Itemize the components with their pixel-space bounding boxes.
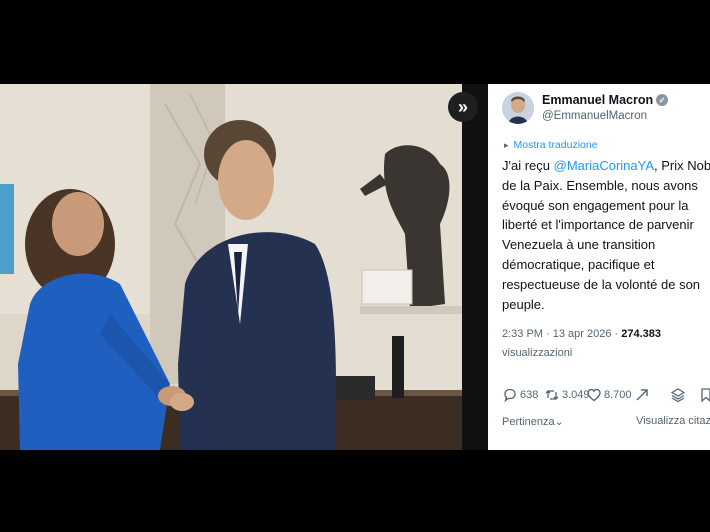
tweet-line: démocratique, pacifique et [502, 256, 655, 272]
translate-icon: ▸ [504, 139, 509, 150]
like-count: 8.700 [604, 389, 632, 401]
expand-icon[interactable]: » [448, 92, 478, 122]
avatar[interactable] [502, 92, 534, 124]
view-quotes-link[interactable]: Visualizza citazioni [636, 415, 710, 427]
author-name[interactable]: Emmanuel Macron ✓ [542, 93, 669, 107]
bookmark-icon [701, 388, 710, 403]
sort-dropdown[interactable]: Pertinenza⌄ [502, 415, 564, 428]
tweet-line: Venezuela à une transition [502, 237, 656, 253]
view-count: 274.383 [621, 328, 661, 340]
tweet-line: de la Paix. Ensemble, nous avons [502, 177, 698, 193]
timestamp[interactable]: 2:33 PM · 13 apr 2026 · 274.383 [502, 328, 661, 340]
repost-button[interactable]: 3.049 [544, 387, 590, 403]
tweet-line: J'ai reçu @MariaCorinaYA, Prix Nobel [502, 156, 710, 176]
views-label: visualizzazioni [502, 347, 573, 359]
bookmark-button[interactable] [698, 387, 710, 403]
like-icon [587, 388, 601, 402]
reply-icon [504, 388, 516, 403]
photo-illustration [0, 84, 462, 450]
tweet-panel: Emmanuel Macron ✓ @EmmanuelMacron ▸ Most… [488, 84, 710, 450]
reply-count: 638 [520, 389, 539, 401]
sort-label: Pertinenza [502, 416, 555, 428]
tweet-line: respectueuse de la volonté de son [502, 276, 701, 292]
layers-button[interactable] [670, 387, 686, 403]
chevron-down-icon: ⌄ [554, 416, 564, 428]
tweet-line: évoqué son engagement pour la [502, 197, 689, 213]
grok-button[interactable] [634, 387, 650, 403]
layers-icon [670, 388, 686, 403]
tweet-line: peuple. [502, 296, 545, 312]
tweet-line: liberté et l'importance de parvenir [502, 217, 694, 233]
show-translation-label: Mostra traduzione [513, 139, 598, 151]
author-handle[interactable]: @EmmanuelMacron [542, 110, 647, 122]
show-translation-link[interactable]: ▸ Mostra traduzione [504, 139, 598, 151]
mention-link[interactable]: @MariaCorinaYA [554, 158, 654, 173]
tweet-text-part: J'ai reçu [502, 158, 554, 173]
tweet-photo[interactable] [0, 84, 462, 450]
reply-button[interactable]: 638 [502, 387, 538, 403]
repost-icon [545, 390, 559, 400]
avatar-image [502, 92, 534, 124]
action-bar: 638 3.049 8.700 [502, 387, 710, 405]
timestamp-text: 2:33 PM · 13 apr 2026 · [502, 328, 622, 340]
grok-icon [636, 389, 648, 401]
author-name-text: Emmanuel Macron [542, 93, 654, 107]
media-viewer: » Emmanuel Macron ✓ @EmmanuelMacron ▸ Mo… [0, 84, 710, 450]
verified-badge-icon: ✓ [656, 94, 669, 106]
side-scrollbar [462, 84, 488, 450]
tweet-text: J'ai reçu @MariaCorinaYA, Prix Nobel de … [502, 156, 710, 314]
tweet-text-part: , Prix Nobel [654, 158, 710, 173]
like-button[interactable]: 8.700 [586, 387, 632, 403]
